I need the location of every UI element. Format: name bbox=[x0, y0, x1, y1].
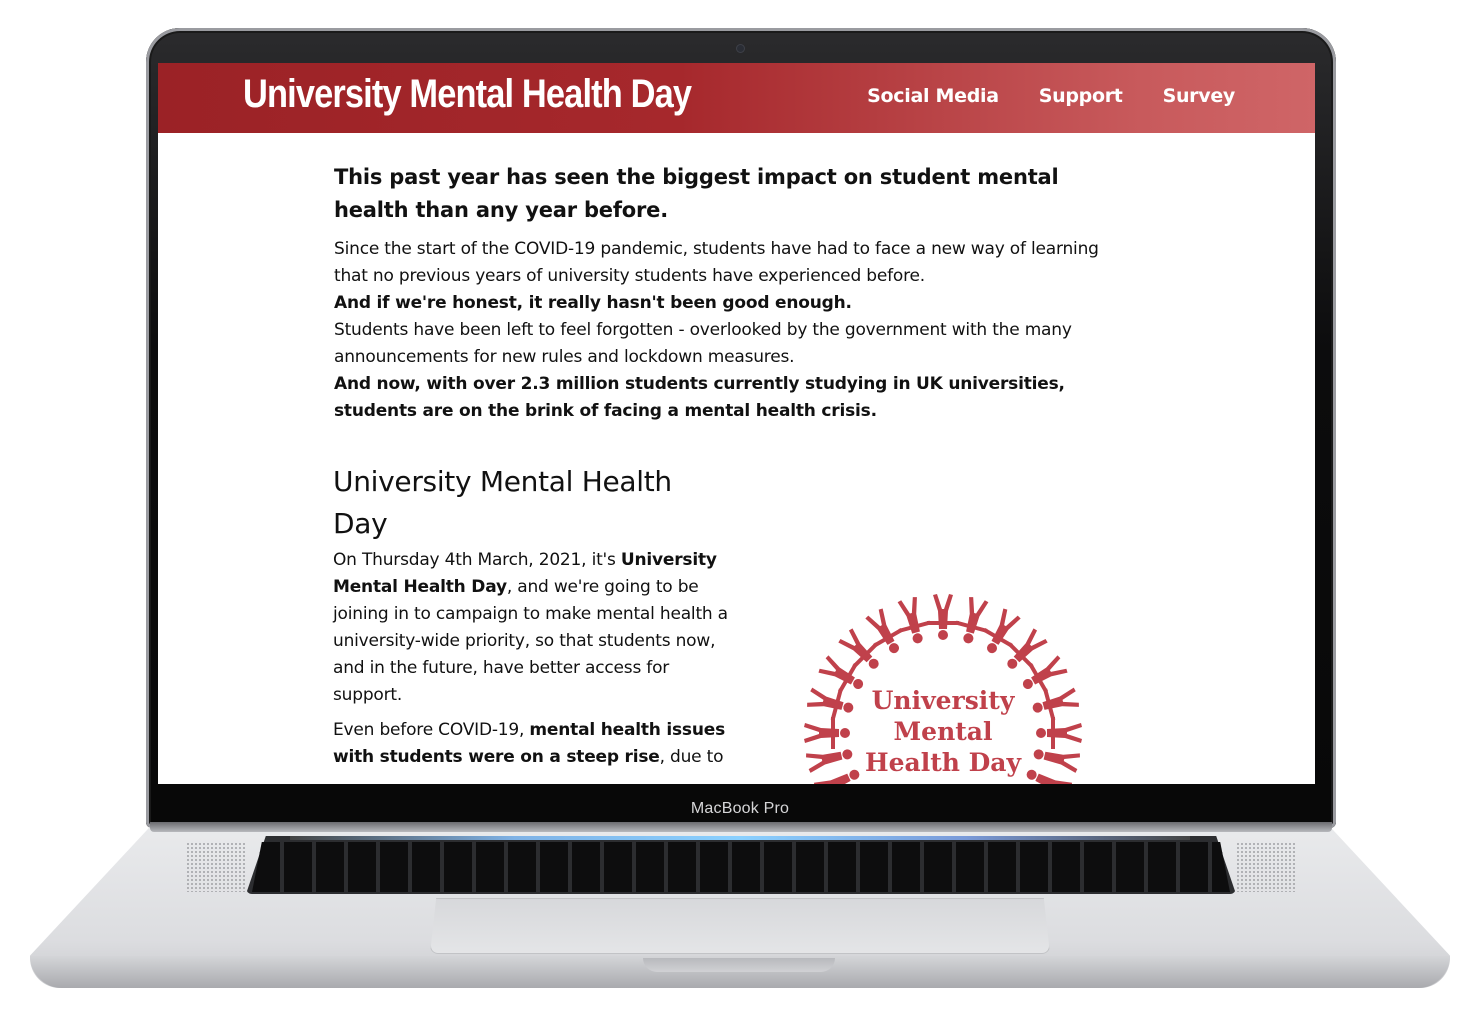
intro-heading: This past year has seen the biggest impa… bbox=[334, 165, 1059, 222]
person-figure bbox=[927, 594, 959, 640]
person-figure bbox=[955, 597, 989, 644]
main-nav: Social Media Support Survey bbox=[867, 85, 1235, 107]
bezel-label: MacBook Pro bbox=[690, 800, 790, 817]
person-figure bbox=[897, 597, 931, 644]
umhd-logo: University Mental Health Day bbox=[778, 583, 1108, 784]
trackpad bbox=[430, 898, 1050, 954]
logo-text-line: Mental bbox=[893, 717, 993, 746]
intro-emphasis: And if we're honest, it really hasn't be… bbox=[334, 293, 852, 313]
keyboard-keys bbox=[252, 842, 1230, 892]
section-paragraph: On Thursday 4th March, 2021, it's Univer… bbox=[333, 550, 728, 705]
section-heading: University Mental Health Day bbox=[333, 465, 672, 540]
intro-body: Since the start of the COVID-19 pandemic… bbox=[334, 236, 1134, 425]
speaker-grille-right bbox=[1236, 842, 1296, 892]
laptop-hinge bbox=[150, 822, 1332, 832]
intro-emphasis: And now, with over 2.3 million students … bbox=[334, 374, 1065, 421]
browser-viewport[interactable]: University Mental Health Day Social Medi… bbox=[158, 63, 1315, 784]
logo-text-line: Health Day bbox=[864, 748, 1022, 777]
webcam-icon bbox=[737, 45, 744, 52]
intro-block: This past year has seen the biggest impa… bbox=[334, 161, 1134, 425]
touch-bar bbox=[290, 836, 1190, 840]
nav-support[interactable]: Support bbox=[1039, 85, 1123, 107]
nav-social-media[interactable]: Social Media bbox=[867, 85, 999, 107]
intro-paragraph: Since the start of the COVID-19 pandemic… bbox=[334, 239, 1099, 286]
site-title[interactable]: University Mental Health Day bbox=[243, 72, 692, 117]
intro-paragraph: Students have been left to feel forgotte… bbox=[334, 320, 1072, 367]
speaker-grille-left bbox=[186, 842, 246, 892]
laptop-notch bbox=[643, 958, 835, 972]
section-paragraph: Even before COVID-19, mental health issu… bbox=[333, 720, 726, 767]
nav-survey[interactable]: Survey bbox=[1163, 85, 1236, 107]
site-header: University Mental Health Day Social Medi… bbox=[158, 63, 1315, 133]
logo-text-line: University bbox=[871, 686, 1015, 715]
umhd-section: University Mental Health Day On Thursday… bbox=[333, 461, 733, 771]
